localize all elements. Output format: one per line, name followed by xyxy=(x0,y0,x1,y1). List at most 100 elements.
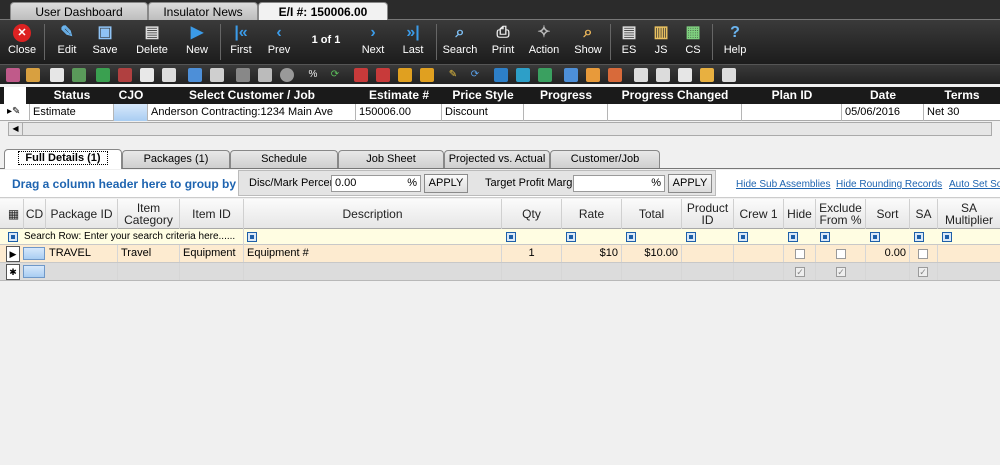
lock-icon[interactable] xyxy=(398,68,412,82)
lock-add-icon[interactable] xyxy=(354,68,368,82)
disc-mark-input[interactable]: 0.00% xyxy=(331,175,421,192)
grid-icon[interactable] xyxy=(516,68,530,82)
new-button[interactable]: ▶ New xyxy=(180,20,214,64)
filter-icon[interactable] xyxy=(8,232,18,242)
terms-cell[interactable]: Net 30 xyxy=(924,104,1000,121)
sa-checkbox[interactable]: ✓ xyxy=(918,267,928,277)
calculator-icon[interactable] xyxy=(258,68,272,82)
tab-packages[interactable]: Packages (1) xyxy=(122,150,230,168)
new-row[interactable]: ✱ ✓ ✓ ✓ xyxy=(0,263,1000,281)
action-button[interactable]: ✧ Action xyxy=(524,20,564,64)
crew-1-cell[interactable] xyxy=(734,245,784,262)
scroll-left-icon[interactable]: ◀ xyxy=(9,123,23,135)
chart-icon[interactable] xyxy=(72,68,86,82)
sa-multiplier-cell[interactable] xyxy=(938,245,1000,262)
column-product-id[interactable]: Product ID xyxy=(682,199,734,229)
apply-margin-button[interactable]: APPLY xyxy=(668,174,712,193)
tab-customer-job[interactable]: Customer/Job xyxy=(550,150,660,168)
monitor-icon[interactable] xyxy=(162,68,176,82)
sort-cell[interactable] xyxy=(866,263,910,280)
column-crew-1[interactable]: Crew 1 xyxy=(734,199,784,229)
column-status[interactable]: Status xyxy=(30,87,114,104)
tab-schedule[interactable]: Schedule xyxy=(230,150,338,168)
database-icon[interactable] xyxy=(26,68,40,82)
column-description[interactable]: Description xyxy=(244,199,502,229)
column-package-id[interactable]: Package ID xyxy=(46,199,118,229)
sa-multiplier-cell[interactable] xyxy=(938,263,1000,280)
unlock-icon[interactable] xyxy=(420,68,434,82)
save-button[interactable]: ▣ Save xyxy=(88,20,122,64)
search-row[interactable]: Search Row: Enter your search criteria h… xyxy=(0,229,1000,246)
clipboard-icon[interactable] xyxy=(50,68,64,82)
filter-icon[interactable] xyxy=(914,232,924,242)
search-button[interactable]: ⌕ Search xyxy=(440,20,480,64)
column-chooser-icon[interactable] xyxy=(4,87,26,104)
calendar-icon[interactable] xyxy=(564,68,578,82)
tab-job-sheet[interactable]: Job Sheet xyxy=(338,150,444,168)
last-button[interactable]: »| Last xyxy=(396,20,430,64)
column-plan-id[interactable]: Plan ID xyxy=(742,87,842,104)
filter-icon[interactable] xyxy=(738,232,748,242)
help-button[interactable]: ? Help xyxy=(718,20,752,64)
date-cell[interactable]: 05/06/2016 xyxy=(842,104,924,121)
column-item-category[interactable]: Item Category xyxy=(118,199,180,229)
tab-user-dashboard[interactable]: User Dashboard xyxy=(10,2,148,20)
filter-icon[interactable] xyxy=(626,232,636,242)
column-sort[interactable]: Sort xyxy=(866,199,910,229)
export-icon[interactable] xyxy=(722,68,736,82)
estimate-header-row[interactable]: ▸✎ Estimate Anderson Contracting:1234 Ma… xyxy=(0,104,1000,121)
column-progress[interactable]: Progress xyxy=(524,87,608,104)
column-exclude-from-percent[interactable]: Exclude From % xyxy=(816,199,866,229)
hide-checkbox[interactable]: ✓ xyxy=(795,267,805,277)
horizontal-scrollbar[interactable]: ◀ xyxy=(8,122,992,136)
filter-icon[interactable] xyxy=(870,232,880,242)
add-window-icon[interactable] xyxy=(188,68,202,82)
rate-cell[interactable] xyxy=(562,263,622,280)
qty-cell[interactable]: 1 xyxy=(502,245,562,262)
js-button[interactable]: ▥ JS xyxy=(646,20,676,64)
column-chooser-icon[interactable]: ▦ xyxy=(4,199,24,229)
filter-icon[interactable] xyxy=(686,232,696,242)
page-icon[interactable] xyxy=(678,68,692,82)
person-icon[interactable] xyxy=(608,68,622,82)
tab-estimate[interactable]: E/I #: 150006.00 xyxy=(258,2,388,20)
first-button[interactable]: |« First xyxy=(224,20,258,64)
plan-id-cell[interactable] xyxy=(742,104,842,121)
item-id-cell[interactable] xyxy=(180,263,244,280)
es-button[interactable]: ▤ ES xyxy=(614,20,644,64)
column-price-style[interactable]: Price Style xyxy=(442,87,524,104)
filter-icon[interactable] xyxy=(247,232,257,242)
filter-icon[interactable] xyxy=(788,232,798,242)
total-cell[interactable] xyxy=(622,263,682,280)
package-id-cell[interactable] xyxy=(46,263,118,280)
window-icon[interactable] xyxy=(494,68,508,82)
spreadsheet-icon[interactable] xyxy=(538,68,552,82)
close-button[interactable]: ✕ Close xyxy=(4,20,40,64)
tab-projected-vs-actual[interactable]: Projected vs. Actual xyxy=(444,150,550,168)
target-margin-input[interactable]: % xyxy=(573,175,665,192)
apply-disc-button[interactable]: APPLY xyxy=(424,174,468,193)
item-category-cell[interactable] xyxy=(118,263,180,280)
refresh-icon[interactable]: ⟳ xyxy=(328,68,342,82)
home-icon[interactable] xyxy=(96,68,110,82)
row-indicator-icon[interactable]: ▶ xyxy=(6,246,20,262)
report-icon[interactable] xyxy=(634,68,648,82)
column-customer-job[interactable]: Select Customer / Job xyxy=(148,87,356,104)
filter-icon[interactable] xyxy=(566,232,576,242)
prev-button[interactable]: ‹ Prev xyxy=(262,20,296,64)
progress-cell[interactable] xyxy=(524,104,608,121)
item-id-cell[interactable]: Equipment xyxy=(180,245,244,262)
total-cell[interactable]: $10.00 xyxy=(622,245,682,262)
status-cell[interactable]: Estimate xyxy=(30,104,114,121)
pencil-icon[interactable]: ✎ xyxy=(446,68,460,82)
column-progress-changed[interactable]: Progress Changed xyxy=(608,87,742,104)
column-terms[interactable]: Terms xyxy=(924,87,1000,104)
hide-checkbox[interactable] xyxy=(795,249,805,259)
tools-icon[interactable] xyxy=(236,68,250,82)
sync-icon[interactable]: ⟳ xyxy=(468,68,482,82)
show-button[interactable]: ⌕ Show xyxy=(570,20,606,64)
column-hide[interactable]: Hide xyxy=(784,199,816,229)
description-cell[interactable] xyxy=(244,263,502,280)
column-item-id[interactable]: Item ID xyxy=(180,199,244,229)
package-id-cell[interactable]: TRAVEL xyxy=(46,245,118,262)
